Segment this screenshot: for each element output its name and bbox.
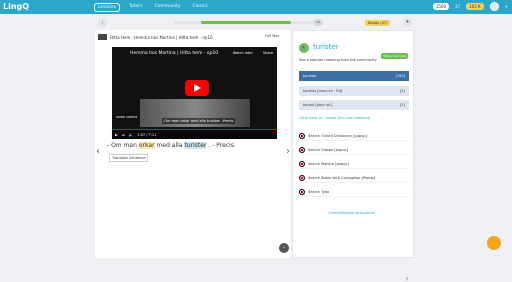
dictionary-label: Search Oxford Dictionary [popup] xyxy=(308,133,367,138)
full-text-toggle[interactable]: Full Text xyxy=(265,34,279,38)
dictionary-link[interactable]: Search Babla Verb Conjugator [Popup] xyxy=(299,173,409,183)
meaning-count: [190] xyxy=(395,74,405,78)
dictionary-link[interactable]: Search Tyda xyxy=(299,187,409,197)
word-panel: 🔊 turister Show me more See a popular me… xyxy=(292,30,414,282)
help-button[interactable]: ? xyxy=(406,277,408,282)
selected-word[interactable]: turister xyxy=(184,142,207,149)
language-badge[interactable]: Badge (47) xyxy=(365,20,391,26)
uk-flag-icon xyxy=(299,188,305,195)
next-sentence-arrow[interactable]: › xyxy=(286,146,290,157)
uk-flag-icon xyxy=(299,160,305,167)
progress-fill xyxy=(201,21,291,24)
nav-classic[interactable]: Classic xyxy=(190,3,212,12)
dictionary-label: Search Majstro [popup] xyxy=(308,161,349,166)
help-chat-button[interactable] xyxy=(487,236,501,250)
video-title: Hemma hos Martina | Hitta hem - ep10 xyxy=(130,51,219,56)
dictionary-link[interactable]: Search Majstro [popup] xyxy=(299,159,409,169)
dictionary-link[interactable]: Search Glosbe [popup] xyxy=(299,145,409,155)
volume-icon[interactable]: 🔈 xyxy=(129,133,133,137)
uk-flag-icon xyxy=(299,174,305,181)
next-icon[interactable]: ⏭ xyxy=(122,133,125,137)
selected-word-title: turister xyxy=(313,43,339,51)
previous-sentence-arrow[interactable]: ‹ xyxy=(96,146,100,157)
sentence-text: - Om man orkar med alla turister . - Pre… xyxy=(107,142,236,149)
popular-meaning-hint: See a popular meaning from the community xyxy=(299,58,377,62)
lesson-title: Hitta Hem · Hemma hos Martina | Hitta he… xyxy=(110,34,213,40)
play-icon[interactable] xyxy=(185,80,209,96)
share-button[interactable]: Share xyxy=(263,51,273,55)
previous-lesson-button[interactable]: ‹ xyxy=(98,18,107,27)
nav-tutors[interactable]: Tutors xyxy=(126,3,146,12)
main-nav: Lessons Tutors Community Classic xyxy=(94,3,211,12)
meaning-text: tourist [noun·pl.] xyxy=(303,103,333,107)
sentence-after[interactable]: . - Precis. xyxy=(208,142,235,149)
sentence-middle[interactable]: med alla xyxy=(157,142,183,149)
add-lesson-button[interactable]: + xyxy=(403,18,412,27)
add-button[interactable]: + xyxy=(505,4,508,9)
user-avatar[interactable] xyxy=(489,2,499,11)
lingq-logo[interactable]: LingQ xyxy=(3,2,29,11)
dictionary-label: Search Tyda xyxy=(308,189,330,194)
show-me-more-button[interactable]: Show me more xyxy=(381,53,408,59)
view-more-link[interactable]: View more Or, create your own meaning xyxy=(299,116,370,120)
manage-dictionaries-link[interactable]: Check/Manage dictionaries xyxy=(328,211,375,215)
meaning-count: [1] xyxy=(400,103,405,107)
video-subtitle: -Om man orkar med alla turister. -Precis… xyxy=(162,118,236,124)
more-videos-label[interactable]: MORE VIDEOS xyxy=(116,115,137,119)
video-controls: ▶ ⏭ 🔈 1:07 / 7:11 xyxy=(112,130,277,139)
dictionary-label: Search Glosbe [popup] xyxy=(308,147,349,152)
meaning-option[interactable]: tourists [noun·en · Ed] [1] xyxy=(299,86,409,96)
meaning-option[interactable]: tourist [noun·pl.] [1] xyxy=(299,100,409,110)
watch-later-button[interactable]: Watch later xyxy=(233,51,253,55)
meaning-option[interactable]: tourists [190] xyxy=(299,71,409,81)
top-navigation-bar: LingQ Lessons Tutors Community Classic 1… xyxy=(0,0,512,14)
streak-counter[interactable]: 1500 xyxy=(432,3,450,10)
play-pause-icon[interactable]: ▶ xyxy=(115,133,118,137)
video-actions: Watch later Share xyxy=(233,51,273,55)
lesson-thumbnail xyxy=(98,34,107,40)
lesson-reader: Hitta Hem · Hemma hos Martina | Hitta he… xyxy=(95,30,291,258)
progress-page-indicator[interactable]: 16 xyxy=(313,19,323,26)
translate-sentence-button[interactable]: Translate Sentence xyxy=(109,154,149,162)
lesson-header: Hitta Hem · Hemma hos Martina | Hitta he… xyxy=(98,34,213,40)
dictionary-label: Search Babla Verb Conjugator [Popup] xyxy=(308,175,376,180)
nav-community[interactable]: Community xyxy=(151,3,183,12)
video-time: 1:07 / 7:11 xyxy=(137,132,157,137)
dictionary-link[interactable]: Search Oxford Dictionary [popup] xyxy=(299,131,409,141)
sentence-before[interactable]: - Om man xyxy=(107,142,137,149)
speaker-icon[interactable]: 🔊 xyxy=(299,43,309,53)
video-player[interactable]: Hemma hos Martina | Hitta hem - ep10 Wat… xyxy=(112,47,277,139)
meaning-count: [1] xyxy=(400,89,405,93)
meaning-text: tourists xyxy=(303,74,317,78)
topbar-right: 1500 37 102 K + xyxy=(432,2,508,11)
lesson-progress: 16 xyxy=(173,19,323,26)
lingq-word[interactable]: orkar xyxy=(138,142,155,149)
nav-lessons[interactable]: Lessons xyxy=(94,3,120,12)
next-page-button[interactable]: › xyxy=(279,243,289,253)
lingq-counter[interactable]: 37 xyxy=(455,4,460,9)
uk-flag-icon xyxy=(299,146,305,153)
uk-flag-icon xyxy=(299,132,305,139)
coins-counter[interactable]: 102 K xyxy=(466,3,484,10)
meaning-text: tourists [noun·en · Ed] xyxy=(303,89,343,93)
